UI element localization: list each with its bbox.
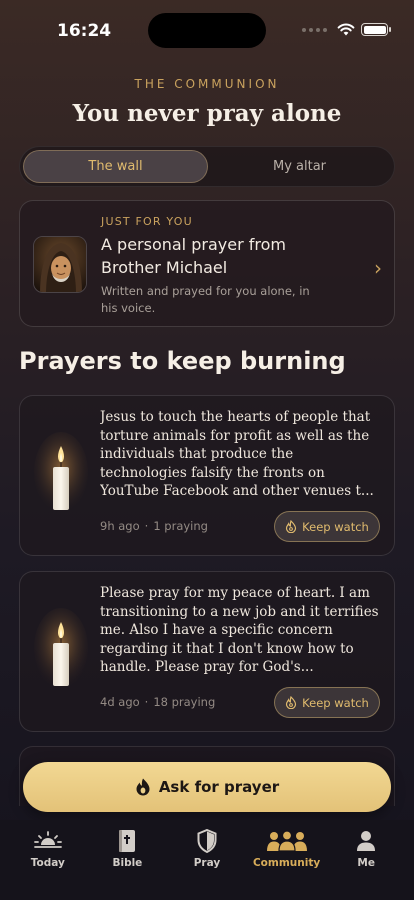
featured-title: A personal prayer from Brother Michael (101, 235, 286, 277)
status-icons (302, 23, 391, 36)
dynamic-island (148, 13, 266, 48)
candle-icon (34, 608, 88, 690)
status-time: 16:24 (57, 21, 112, 41)
keep-watch-label: Keep watch (302, 695, 369, 710)
tab-bar: Today Bible Pray Community Me (0, 820, 414, 900)
tab-pray[interactable]: Pray (172, 820, 242, 900)
tab-label: Today (30, 857, 65, 869)
prayer-praying-count: 1 praying (153, 519, 208, 533)
candle-icon (34, 432, 88, 514)
featured-eyebrow: JUST FOR YOU (101, 215, 193, 228)
section-title: Prayers to keep burning (19, 347, 346, 375)
page-title: You never pray alone (72, 100, 342, 127)
sunrise-icon (33, 831, 62, 848)
prayer-text: Please pray for my peace of heart. I am … (100, 585, 379, 676)
prayer-meta: 9h ago · 1 praying (100, 519, 208, 533)
flame-icon (136, 778, 150, 796)
prayer-praying-count: 18 praying (153, 695, 216, 709)
keep-watch-button[interactable]: Keep watch (274, 687, 380, 718)
chevron-right-icon: › (374, 256, 382, 280)
status-bar: 16:24 (0, 0, 414, 60)
segmented-control: The wall My altar (19, 146, 395, 187)
ask-for-prayer-button[interactable]: Ask for prayer (23, 762, 391, 812)
brother-michael-avatar (33, 236, 87, 293)
tab-label: Community (252, 857, 321, 869)
tab-label: Me (357, 857, 375, 869)
tab-me[interactable]: Me (331, 820, 401, 900)
personal-prayer-card[interactable]: JUST FOR YOU A personal prayer from Brot… (19, 200, 395, 327)
people-icon (266, 830, 307, 852)
keep-watch-button[interactable]: Keep watch (274, 511, 380, 542)
wifi-icon (337, 23, 355, 36)
person-icon (357, 831, 376, 851)
prayer-meta: 4d ago · 18 praying (100, 695, 216, 709)
flame-icon (286, 696, 297, 709)
shield-icon (197, 829, 217, 853)
prayer-card[interactable]: Jesus to touch the hearts of people that… (19, 395, 395, 556)
tab-community[interactable]: Community (252, 820, 322, 900)
battery-icon (361, 23, 391, 36)
tab-label: Bible (112, 857, 143, 869)
segment-the-wall[interactable]: The wall (23, 150, 208, 183)
book-icon (119, 830, 136, 852)
segment-my-altar[interactable]: My altar (208, 150, 391, 183)
header-eyebrow: THE COMMUNION (134, 77, 280, 91)
prayer-card[interactable]: Please pray for my peace of heart. I am … (19, 571, 395, 732)
prayer-time: 9h ago (100, 519, 140, 533)
tab-label: Pray (193, 857, 221, 869)
tab-today[interactable]: Today (13, 820, 83, 900)
prayer-text: Jesus to touch the hearts of people that… (100, 409, 374, 500)
ask-for-prayer-label: Ask for prayer (158, 778, 280, 796)
flame-icon (286, 520, 297, 533)
keep-watch-label: Keep watch (302, 519, 369, 534)
prayer-time: 4d ago (100, 695, 140, 709)
featured-subtitle: Written and prayed for you alone, in his… (101, 284, 310, 315)
signal-icon (302, 27, 327, 32)
tab-bible[interactable]: Bible (92, 820, 162, 900)
